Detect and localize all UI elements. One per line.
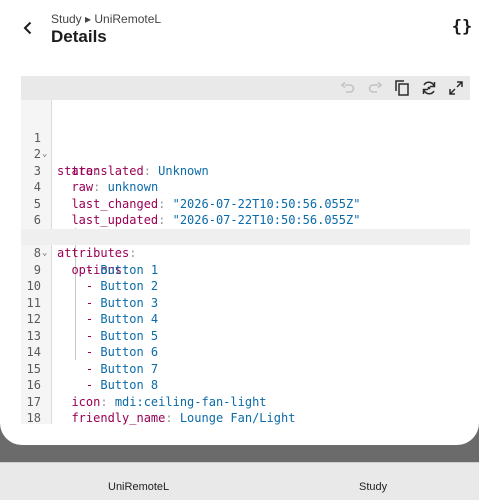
page-title: Details bbox=[51, 27, 107, 46]
editor-toolbar bbox=[21, 76, 470, 100]
undo-icon bbox=[341, 82, 355, 93]
breadcrumb: Study ▸ UniRemoteL bbox=[51, 12, 162, 26]
code-line: 13 - Button 6 bbox=[21, 311, 470, 360]
code-line: 1 ⌄ state: bbox=[21, 113, 470, 178]
code-line: 10 - Button 3 bbox=[21, 262, 470, 310]
fullscreen-icon bbox=[449, 81, 463, 95]
code-line: 14 - Button 7 bbox=[21, 328, 470, 376]
undo-button[interactable] bbox=[337, 78, 359, 98]
yaml-key: friendly_name bbox=[71, 411, 166, 425]
restore-button[interactable] bbox=[418, 78, 440, 98]
line-number: 18 bbox=[26, 411, 41, 425]
restore-icon bbox=[422, 81, 436, 95]
code-line-active: 8 - Button 1 bbox=[21, 228, 470, 277]
code-line: 9 - Button 2 bbox=[21, 245, 470, 294]
code-line: 6 ⌄ attributes: bbox=[21, 196, 470, 260]
json-view-button[interactable]: {} bbox=[448, 14, 476, 40]
code-line: 2 translated: Unknown bbox=[21, 130, 470, 178]
code-line: 11 - Button 4 bbox=[21, 278, 470, 327]
redo-icon bbox=[368, 82, 382, 93]
code-line: 15 - Button 8 bbox=[21, 344, 470, 393]
yaml-value: Lounge Fan/Light bbox=[179, 411, 296, 425]
code-line: 5 last_updated: "2026-07-22T10:50:56.055… bbox=[21, 179, 470, 228]
details-dialog: Study ▸ UniRemoteL Details {} 1 ⌄ state:… bbox=[0, 0, 479, 445]
code-line: 17 friendly_name: Lounge Fan/Light bbox=[21, 377, 470, 426]
chevron-left-icon bbox=[23, 21, 32, 35]
bottom-bar: UniRemoteL Study bbox=[0, 462, 479, 500]
code-line: 7 ⌄ options: bbox=[21, 212, 470, 277]
bottom-tab-device[interactable]: UniRemoteL bbox=[108, 481, 169, 493]
fullscreen-button[interactable] bbox=[445, 78, 467, 98]
dialog-header: Study ▸ UniRemoteL Details {} bbox=[0, 0, 479, 60]
code-line: 3 raw: unknown bbox=[21, 146, 470, 195]
redo-button[interactable] bbox=[364, 78, 386, 98]
back-button[interactable] bbox=[14, 14, 42, 42]
code-line: 4 last_changed: "2026-07-22T10:50:56.055… bbox=[21, 163, 470, 211]
bottom-tab-area[interactable]: Study bbox=[359, 481, 387, 493]
yaml-editor-card: 1 ⌄ state: 2 translated: Unknown 3 raw: … bbox=[21, 76, 470, 426]
code-line: 16 icon: mdi:ceiling-fan-light bbox=[21, 361, 470, 409]
code-line: 18 bbox=[21, 394, 470, 425]
copy-icon bbox=[395, 80, 409, 96]
code-line: 12 - Button 5 bbox=[21, 295, 470, 343]
copy-button[interactable] bbox=[391, 78, 413, 98]
code-editor[interactable]: 1 ⌄ state: 2 translated: Unknown 3 raw: … bbox=[21, 100, 470, 426]
